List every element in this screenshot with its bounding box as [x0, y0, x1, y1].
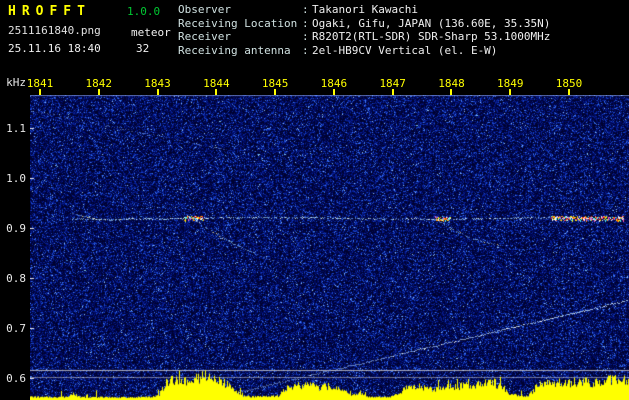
station-info: Observer : Takanori Kawachi Receiving Lo… [178, 3, 550, 57]
app-title: HROFFT [8, 4, 91, 19]
freq-tick-label: 0.8 [6, 272, 26, 285]
datetime: 25.11.16 18:40 [8, 42, 101, 55]
time-tick-mark [568, 89, 571, 95]
info-colon: : [302, 30, 309, 43]
time-tick-mark [97, 89, 100, 95]
info-value: Ogaki, Gifu, JAPAN (136.60E, 35.35N) [312, 16, 551, 30]
info-value: Takanori Kawachi [312, 3, 418, 16]
info-label: Receiver [178, 30, 231, 43]
freq-tick-label: 1.0 [6, 172, 26, 185]
app-version: 1.0.0 [127, 5, 161, 18]
info-label: Observer [178, 3, 231, 16]
time-tick-mark [332, 89, 335, 95]
mode-label: meteor [131, 26, 171, 39]
info-colon: : [302, 16, 309, 30]
echo-count: 32 [136, 42, 150, 55]
spectrogram-canvas [30, 95, 629, 400]
info-row-antenna: Receiving antenna : 2el-HB9CV Vertical (… [178, 44, 550, 58]
freq-tick-label: 0.9 [6, 222, 26, 235]
info-value: 2el-HB9CV Vertical (el. E-W) [312, 43, 498, 57]
info-value: R820T2(RTL-SDR) SDR-Sharp 53.1000MHz [312, 30, 551, 43]
info-label: Receiving antenna [178, 43, 291, 57]
info-row-location: Receiving Location : Ogaki, Gifu, JAPAN … [178, 17, 550, 31]
info-label: Receiving Location [178, 16, 298, 30]
time-tick-mark [215, 89, 218, 95]
time-tick-mark [274, 89, 277, 95]
time-tick-mark [450, 89, 453, 95]
info-row-observer: Observer : Takanori Kawachi [178, 3, 550, 17]
hrofft-window: HROFFT 1.0.0 2511161840.png meteor 25.11… [0, 0, 629, 400]
time-tick-mark [156, 89, 159, 95]
output-filename: 2511161840.png [8, 24, 101, 37]
time-tick-mark [38, 89, 41, 95]
freq-tick-label: 0.6 [6, 372, 26, 385]
info-colon: : [302, 43, 309, 57]
freq-tick-label: 0.7 [6, 322, 26, 335]
time-tick-mark [509, 89, 512, 95]
time-tick-mark [391, 89, 394, 95]
info-colon: : [302, 3, 309, 16]
y-axis-unit: kHz [6, 76, 26, 89]
freq-tick-label: 1.1 [6, 122, 26, 135]
info-row-receiver: Receiver : R820T2(RTL-SDR) SDR-Sharp 53.… [178, 30, 550, 44]
